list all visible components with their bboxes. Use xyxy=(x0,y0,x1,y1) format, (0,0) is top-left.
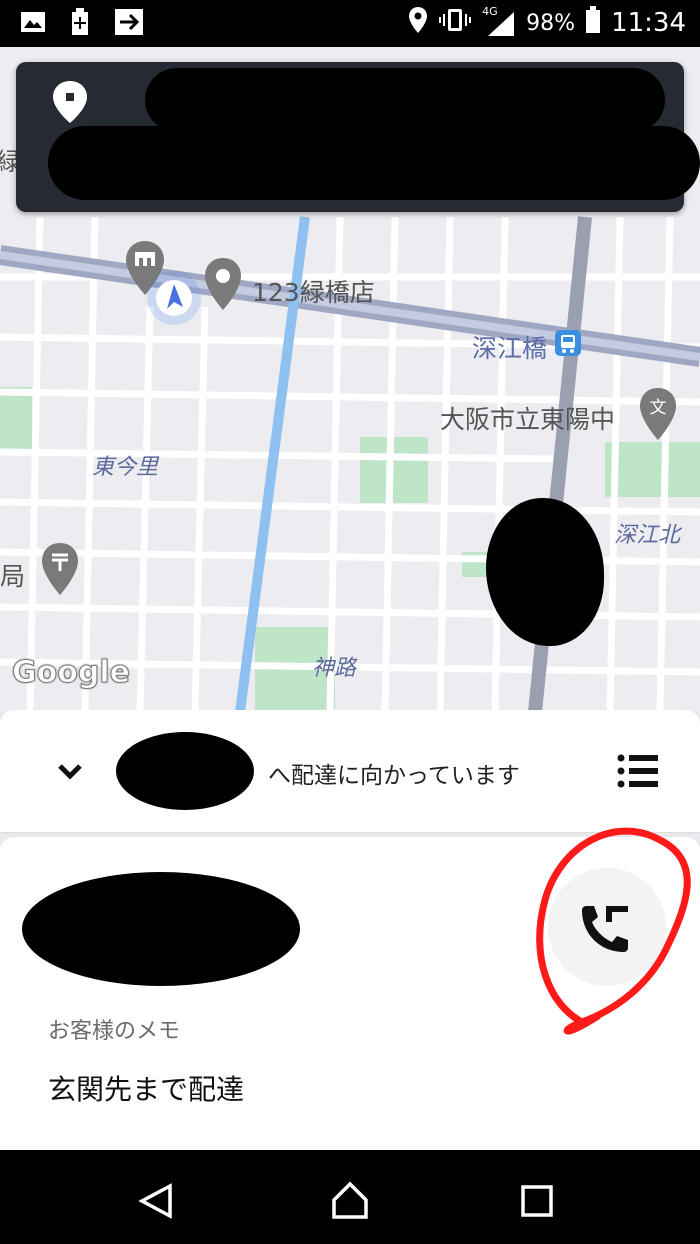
vibrate-icon xyxy=(438,8,472,38)
system-nav-bar xyxy=(0,1150,700,1244)
memo-label: お客様のメモ xyxy=(48,1019,181,1044)
map-label-post-office: 局 xyxy=(0,562,26,591)
image-icon xyxy=(20,11,46,37)
redaction-address-line1 xyxy=(145,68,665,132)
phone-call-icon xyxy=(578,902,632,960)
status-bar: 4G 98% 11:34 xyxy=(0,0,700,47)
back-icon[interactable] xyxy=(138,1183,174,1223)
destination-pin-icon xyxy=(52,80,88,128)
map-label-school: 大阪市立東陽中 xyxy=(440,405,616,434)
location-icon xyxy=(408,6,428,40)
battery-plus-icon xyxy=(70,8,90,40)
memo-text: 玄関先まで配達 xyxy=(48,1073,245,1106)
google-logo: Google xyxy=(12,655,131,691)
redaction-customer-name xyxy=(116,732,254,810)
recents-icon[interactable] xyxy=(521,1185,553,1221)
map-label-station: 深江橋 xyxy=(472,334,548,363)
battery-icon xyxy=(585,6,601,40)
svg-text:文: 文 xyxy=(650,398,667,418)
arrow-right-icon xyxy=(114,8,144,40)
signal-icon: 4G xyxy=(482,5,516,37)
chevron-down-icon[interactable] xyxy=(56,760,84,786)
map-label-store: 123緑橋店 xyxy=(252,278,375,307)
delivery-status-text: へ配達に向かっています xyxy=(268,763,520,789)
call-customer-button[interactable] xyxy=(548,868,666,986)
clock: 11:34 xyxy=(611,8,686,38)
map-label-fukae-kita: 深江北 xyxy=(614,523,681,548)
redaction-customer-detail xyxy=(22,872,300,986)
map-label-higashi-imazato: 東今里 xyxy=(92,455,159,480)
list-menu-icon[interactable] xyxy=(617,754,659,792)
redaction-address-line2 xyxy=(48,126,700,200)
home-icon[interactable] xyxy=(330,1180,370,1224)
map-label-jinji: 神路 xyxy=(312,656,357,681)
battery-percent: 98% xyxy=(526,10,576,36)
